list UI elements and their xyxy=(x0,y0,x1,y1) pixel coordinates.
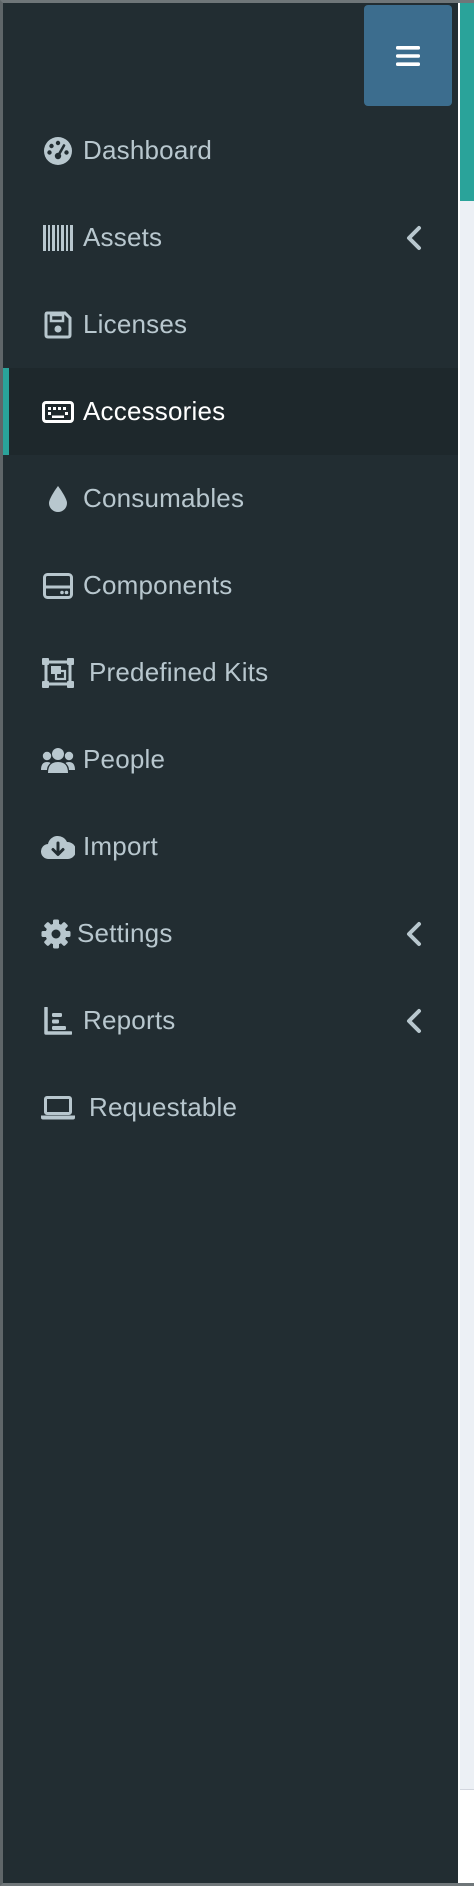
chevron-left-icon[interactable] xyxy=(403,223,425,253)
sidebar-item-consumables[interactable]: Consumables xyxy=(3,455,458,542)
sidebar-item-settings[interactable]: Settings xyxy=(3,890,458,977)
droplet-icon xyxy=(41,482,75,516)
sidebar-item-requestable[interactable]: Requestable xyxy=(3,1064,458,1151)
sidebar-item-label: Import xyxy=(83,831,158,861)
hard-drive-icon xyxy=(41,569,75,603)
sidebar-item-label: Reports xyxy=(83,1005,176,1035)
app-window: Dashboard Assets Licenses Accessories Co… xyxy=(0,0,474,1886)
header-bar xyxy=(460,3,474,201)
sidebar-item-label: Dashboard xyxy=(83,135,212,165)
cog-icon xyxy=(39,917,73,951)
object-group-icon xyxy=(41,656,75,690)
sidebar-item-label: Predefined Kits xyxy=(89,657,269,687)
sidebar-item-label: Accessories xyxy=(83,396,226,426)
footer-area xyxy=(460,1789,474,1883)
sidebar-item-licenses[interactable]: Licenses xyxy=(3,281,458,368)
sidebar-menu: Dashboard Assets Licenses Accessories Co… xyxy=(3,107,458,1151)
laptop-icon xyxy=(41,1091,75,1125)
hamburger-icon xyxy=(396,45,420,66)
users-icon xyxy=(41,743,75,777)
bar-chart-icon xyxy=(41,1004,75,1038)
tachometer-icon xyxy=(41,134,75,168)
sidebar-item-label: Consumables xyxy=(83,483,245,513)
sidebar-item-predefined-kits[interactable]: Predefined Kits xyxy=(3,629,458,716)
sidebar-item-components[interactable]: Components xyxy=(3,542,458,629)
barcode-icon xyxy=(41,221,75,255)
cloud-download-icon xyxy=(41,830,75,864)
sidebar-item-label: People xyxy=(83,744,166,774)
sidebar-item-people[interactable]: People xyxy=(3,716,458,803)
sidebar-item-label: Licenses xyxy=(83,309,188,339)
sidebar: Dashboard Assets Licenses Accessories Co… xyxy=(3,3,458,1883)
main-content-area xyxy=(460,3,474,1883)
sidebar-item-dashboard[interactable]: Dashboard xyxy=(3,107,458,194)
sidebar-item-label: Settings xyxy=(77,918,173,948)
keyboard-icon xyxy=(41,395,75,429)
sidebar-item-label: Assets xyxy=(83,222,163,252)
chevron-left-icon[interactable] xyxy=(403,1006,425,1036)
sidebar-item-label: Requestable xyxy=(89,1092,238,1122)
sidebar-item-assets[interactable]: Assets xyxy=(3,194,458,281)
sidebar-item-label: Components xyxy=(83,570,233,600)
sidebar-item-reports[interactable]: Reports xyxy=(3,977,458,1064)
chevron-left-icon[interactable] xyxy=(403,919,425,949)
sidebar-toggle-button[interactable] xyxy=(364,5,452,106)
floppy-disk-icon xyxy=(41,308,75,342)
sidebar-item-accessories[interactable]: Accessories xyxy=(3,368,458,455)
sidebar-item-import[interactable]: Import xyxy=(3,803,458,890)
